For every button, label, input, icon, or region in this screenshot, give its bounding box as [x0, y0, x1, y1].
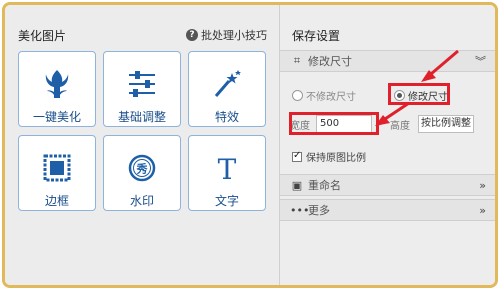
app-frame: 美化图片 ? 批处理小技巧 一键美化 基础调整 特效 边框 秀 水印 T 文字 … [2, 2, 498, 288]
annotation-arrows [375, 49, 459, 126]
